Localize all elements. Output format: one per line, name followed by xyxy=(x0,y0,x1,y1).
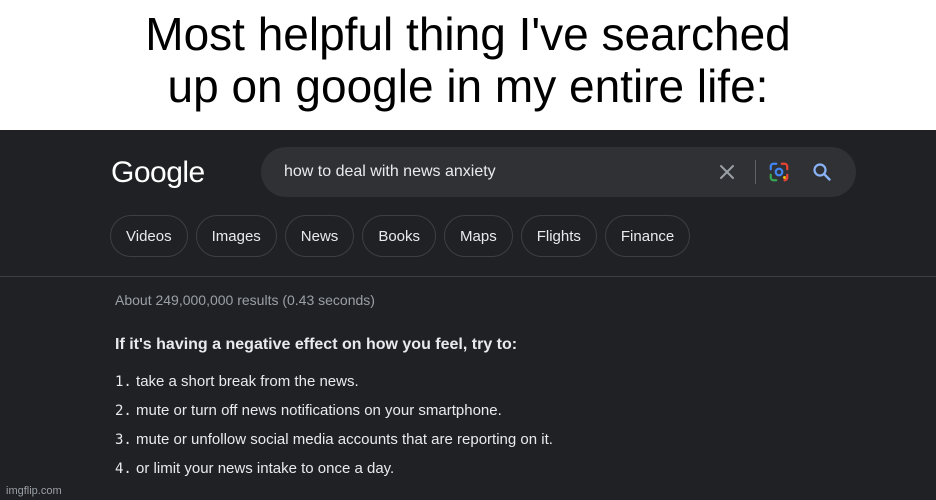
list-item-number: 2. xyxy=(115,403,132,419)
list-item-number: 1. xyxy=(115,374,132,390)
google-lens-button[interactable] xyxy=(766,159,792,185)
list-item-number: 4. xyxy=(115,461,132,477)
google-lens-icon xyxy=(769,162,789,182)
list-item-text: mute or turn off news notifications on y… xyxy=(136,402,502,419)
tab-flights[interactable]: Flights xyxy=(520,215,597,257)
search-icon xyxy=(813,163,831,181)
list-item-text: or limit your news intake to once a day. xyxy=(136,460,395,477)
search-tabs: Videos Images News Books Maps Flights Fi… xyxy=(110,215,691,257)
close-icon xyxy=(720,165,734,179)
list-item-text: take a short break from the news. xyxy=(136,373,359,390)
tab-finance[interactable]: Finance xyxy=(604,215,691,257)
list-item: 3. mute or unfollow social media account… xyxy=(115,429,553,458)
list-item: 4. or limit your news intake to once a d… xyxy=(115,458,553,487)
search-button[interactable] xyxy=(809,159,835,185)
imgflip-watermark: imgflip.com xyxy=(6,485,62,497)
list-item: 1. take a short break from the news. xyxy=(115,371,553,400)
tab-news[interactable]: News xyxy=(284,215,355,257)
featured-snippet-list: 1. take a short break from the news. 2. … xyxy=(115,371,553,487)
tab-images[interactable]: Images xyxy=(195,215,277,257)
search-input[interactable]: how to deal with news anxiety xyxy=(284,163,496,181)
list-item-text: mute or unfollow social media accounts t… xyxy=(136,431,553,448)
list-item-number: 3. xyxy=(115,432,132,448)
caption-line-1: Most helpful thing I've searched xyxy=(145,8,791,60)
tab-maps[interactable]: Maps xyxy=(444,215,513,257)
google-results-screenshot: Google how to deal with news anxiety Vid… xyxy=(0,130,936,500)
google-logo[interactable]: Google xyxy=(111,156,205,190)
list-item: 2. mute or turn off news notifications o… xyxy=(115,400,553,429)
caption-line-2: up on google in my entire life: xyxy=(167,60,769,112)
meme-caption: Most helpful thing I've searched up on g… xyxy=(0,0,936,130)
clear-search-button[interactable] xyxy=(713,158,741,186)
featured-snippet-heading: If it's having a negative effect on how … xyxy=(115,336,518,353)
tab-books[interactable]: Books xyxy=(362,215,437,257)
tab-videos[interactable]: Videos xyxy=(110,215,188,257)
result-stats: About 249,000,000 results (0.43 seconds) xyxy=(115,292,375,308)
searchbar-divider xyxy=(755,160,756,184)
search-bar[interactable]: how to deal with news anxiety xyxy=(261,147,856,197)
header-divider xyxy=(0,276,936,277)
